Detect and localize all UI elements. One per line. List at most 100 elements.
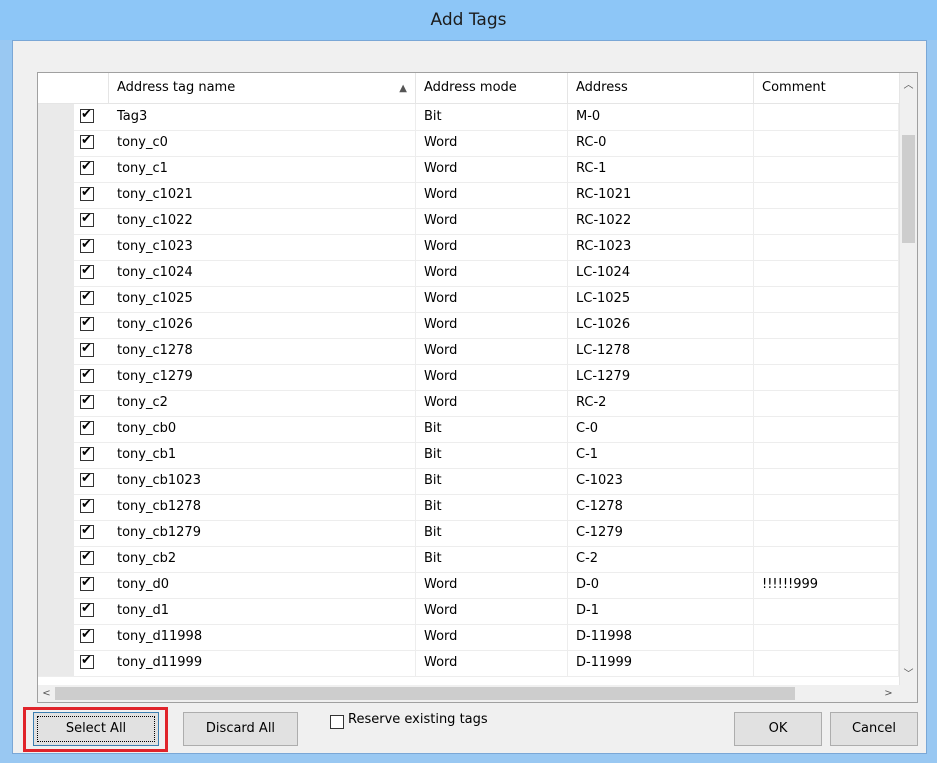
table-row[interactable]: tony_d1WordD-1 [38, 598, 899, 625]
cell-comment [754, 494, 899, 520]
header-comment[interactable]: Comment [754, 73, 899, 103]
table-row[interactable]: tony_cb1279BitC-1279 [38, 520, 899, 547]
row-checkbox[interactable] [80, 497, 94, 513]
table-row[interactable]: tony_d11999WordD-11999 [38, 650, 899, 677]
row-checkbox[interactable] [80, 601, 94, 617]
table-row[interactable]: tony_c2WordRC-2 [38, 390, 899, 417]
row-selector[interactable] [38, 390, 74, 416]
row-selector[interactable] [38, 442, 74, 468]
reserve-existing-tags-label[interactable]: Reserve existing tags [348, 712, 488, 727]
row-selector[interactable] [38, 182, 74, 208]
table-row[interactable]: tony_d11998WordD-11998 [38, 624, 899, 651]
row-selector[interactable] [38, 416, 74, 442]
row-checkbox[interactable] [80, 393, 94, 409]
cancel-button[interactable]: Cancel [830, 712, 918, 746]
row-selector[interactable] [38, 234, 74, 260]
row-checkbox[interactable] [80, 263, 94, 279]
table-row[interactable]: tony_c1026WordLC-1026 [38, 312, 899, 339]
row-selector[interactable] [38, 364, 74, 390]
row-selector[interactable] [38, 572, 74, 598]
row-selector[interactable] [38, 520, 74, 546]
header-address-tag-name[interactable]: Address tag name ▲ [109, 73, 416, 103]
cell-address: RC-2 [568, 390, 754, 416]
row-checkbox[interactable] [80, 159, 94, 175]
scroll-up-icon[interactable]: ︿ [900, 77, 917, 94]
row-checkbox[interactable] [80, 289, 94, 305]
scroll-right-icon[interactable]: > [880, 685, 897, 702]
table-row[interactable]: tony_cb0BitC-0 [38, 416, 899, 443]
row-selector[interactable] [38, 130, 74, 156]
row-selector[interactable] [38, 104, 74, 130]
row-checkbox[interactable] [80, 575, 94, 591]
table-row[interactable]: tony_c1025WordLC-1025 [38, 286, 899, 313]
cell-address-mode: Word [416, 650, 568, 676]
row-checkbox[interactable] [80, 367, 94, 383]
table-row[interactable]: tony_c1022WordRC-1022 [38, 208, 899, 235]
row-checkbox[interactable] [80, 445, 94, 461]
title-bar: Add Tags [0, 0, 937, 40]
row-checkbox[interactable] [80, 523, 94, 539]
row-selector[interactable] [38, 624, 74, 650]
cell-address: C-1023 [568, 468, 754, 494]
vertical-scrollbar[interactable]: ︿ ﹀ [899, 73, 917, 685]
discard-all-button[interactable]: Discard All [183, 712, 298, 746]
cell-tag-name: tony_cb1278 [109, 494, 416, 520]
header-address-mode[interactable]: Address mode [416, 73, 568, 103]
horizontal-scrollbar[interactable]: < > [38, 685, 917, 702]
select-all-button[interactable]: Select All [33, 712, 159, 746]
row-selector[interactable] [38, 468, 74, 494]
horizontal-scroll-thumb[interactable] [55, 687, 795, 700]
row-checkbox[interactable] [80, 653, 94, 669]
table-row[interactable]: tony_c1278WordLC-1278 [38, 338, 899, 365]
row-checkbox[interactable] [80, 185, 94, 201]
reserve-existing-tags-checkbox[interactable] [330, 715, 344, 729]
table-row[interactable]: tony_c1WordRC-1 [38, 156, 899, 183]
row-selector[interactable] [38, 286, 74, 312]
row-checkbox[interactable] [80, 107, 94, 123]
cell-address: RC-1022 [568, 208, 754, 234]
row-selector[interactable] [38, 494, 74, 520]
cell-address-mode: Word [416, 208, 568, 234]
vertical-scroll-thumb[interactable] [902, 135, 915, 243]
table-row[interactable]: tony_c1024WordLC-1024 [38, 260, 899, 287]
scroll-down-icon[interactable]: ﹀ [900, 666, 917, 683]
row-checkbox[interactable] [80, 419, 94, 435]
table-row[interactable]: tony_cb2BitC-2 [38, 546, 899, 573]
table-row[interactable]: tony_cb1BitC-1 [38, 442, 899, 469]
row-selector[interactable] [38, 208, 74, 234]
table-row[interactable]: tony_c1279WordLC-1279 [38, 364, 899, 391]
row-checkbox[interactable] [80, 471, 94, 487]
table-row[interactable]: tony_c0WordRC-0 [38, 130, 899, 157]
row-checkbox[interactable] [80, 627, 94, 643]
row-selector[interactable] [38, 156, 74, 182]
table-row[interactable]: Tag3BitM-0 [38, 104, 899, 131]
row-checkbox[interactable] [80, 315, 94, 331]
table-row[interactable]: tony_c1023WordRC-1023 [38, 234, 899, 261]
row-checkbox[interactable] [80, 211, 94, 227]
cell-tag-name: tony_cb1279 [109, 520, 416, 546]
row-selector[interactable] [38, 260, 74, 286]
table-row[interactable]: tony_cb1023BitC-1023 [38, 468, 899, 495]
cancel-label: Cancel [851, 721, 897, 736]
row-checkbox[interactable] [80, 341, 94, 357]
row-selector[interactable] [38, 312, 74, 338]
cell-address-mode: Word [416, 130, 568, 156]
table-row[interactable]: tony_cb1278BitC-1278 [38, 494, 899, 521]
cell-tag-name: tony_c1023 [109, 234, 416, 260]
table-row[interactable]: tony_d0WordD-0!!!!!!999 [38, 572, 899, 599]
row-checkbox[interactable] [80, 549, 94, 565]
row-checkbox[interactable] [80, 237, 94, 253]
row-selector[interactable] [38, 650, 74, 676]
cell-comment [754, 364, 899, 390]
tags-table: Address tag name ▲ Address mode Address … [37, 72, 918, 703]
cell-address-mode: Word [416, 364, 568, 390]
scroll-left-icon[interactable]: < [38, 685, 55, 702]
row-selector[interactable] [38, 546, 74, 572]
row-selector[interactable] [38, 338, 74, 364]
cell-tag-name: tony_c1278 [109, 338, 416, 364]
row-checkbox[interactable] [80, 133, 94, 149]
row-selector[interactable] [38, 598, 74, 624]
table-row[interactable]: tony_c1021WordRC-1021 [38, 182, 899, 209]
ok-button[interactable]: OK [734, 712, 822, 746]
header-address[interactable]: Address [568, 73, 754, 103]
